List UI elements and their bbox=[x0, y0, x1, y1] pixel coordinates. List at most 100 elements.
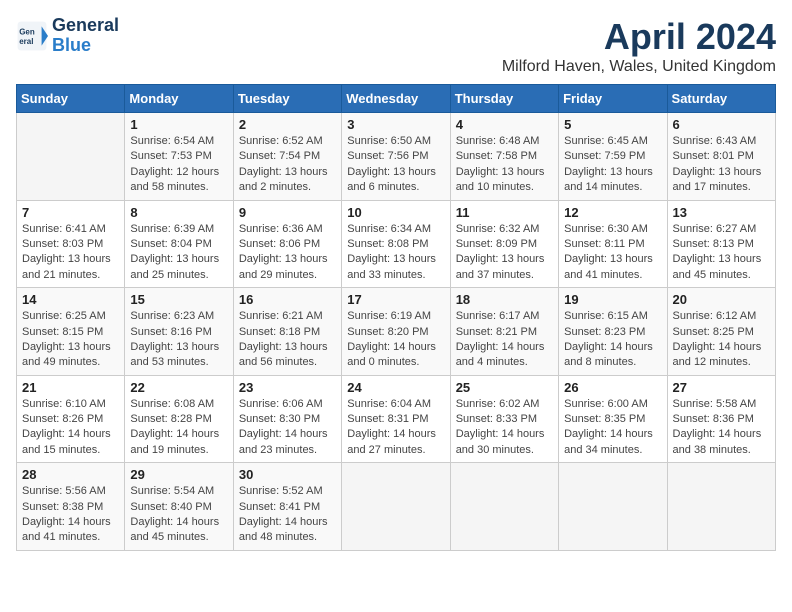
day-number: 18 bbox=[456, 292, 553, 307]
day-number: 17 bbox=[347, 292, 444, 307]
day-number: 15 bbox=[130, 292, 227, 307]
day-info: Sunrise: 6:50 AMSunset: 7:56 PMDaylight:… bbox=[347, 134, 444, 196]
calendar-header-row: SundayMondayTuesdayWednesdayThursdayFrid… bbox=[17, 85, 776, 113]
svg-text:eral: eral bbox=[19, 37, 33, 46]
calendar-cell bbox=[450, 463, 558, 551]
calendar-cell: 22 Sunrise: 6:08 AMSunset: 8:28 PMDayligh… bbox=[125, 375, 233, 463]
week-row-4: 21 Sunrise: 6:10 AMSunset: 8:26 PMDayligh… bbox=[17, 375, 776, 463]
logo: Gen eral General Blue bbox=[16, 16, 119, 56]
day-info: Sunrise: 6:06 AMSunset: 8:30 PMDaylight:… bbox=[239, 397, 336, 459]
day-info: Sunrise: 6:10 AMSunset: 8:26 PMDaylight:… bbox=[22, 397, 119, 459]
day-info: Sunrise: 6:15 AMSunset: 8:23 PMDaylight:… bbox=[564, 309, 661, 371]
day-info: Sunrise: 6:48 AMSunset: 7:58 PMDaylight:… bbox=[456, 134, 553, 196]
column-header-saturday: Saturday bbox=[667, 85, 775, 113]
column-header-thursday: Thursday bbox=[450, 85, 558, 113]
week-row-3: 14 Sunrise: 6:25 AMSunset: 8:15 PMDayligh… bbox=[17, 288, 776, 376]
day-info: Sunrise: 6:25 AMSunset: 8:15 PMDaylight:… bbox=[22, 309, 119, 371]
week-row-1: 1Sunrise: 6:54 AMSunset: 7:53 PMDaylight… bbox=[17, 113, 776, 201]
day-number: 2 bbox=[239, 117, 336, 132]
calendar-cell bbox=[17, 113, 125, 201]
column-header-tuesday: Tuesday bbox=[233, 85, 341, 113]
day-number: 9 bbox=[239, 205, 336, 220]
day-info: Sunrise: 6:39 AMSunset: 8:04 PMDaylight:… bbox=[130, 222, 227, 284]
day-info: Sunrise: 5:54 AMSunset: 8:40 PMDaylight:… bbox=[130, 484, 227, 546]
calendar-cell: 27 Sunrise: 5:58 AMSunset: 8:36 PMDayligh… bbox=[667, 375, 775, 463]
column-header-friday: Friday bbox=[559, 85, 667, 113]
day-number: 25 bbox=[456, 380, 553, 395]
day-info: Sunrise: 6:27 AMSunset: 8:13 PMDaylight:… bbox=[673, 222, 770, 284]
day-info: Sunrise: 6:45 AMSunset: 7:59 PMDaylight:… bbox=[564, 134, 661, 196]
day-info: Sunrise: 6:04 AMSunset: 8:31 PMDaylight:… bbox=[347, 397, 444, 459]
day-number: 5 bbox=[564, 117, 661, 132]
day-number: 4 bbox=[456, 117, 553, 132]
day-number: 27 bbox=[673, 380, 770, 395]
day-number: 11 bbox=[456, 205, 553, 220]
calendar-subtitle: Milford Haven, Wales, United Kingdom bbox=[502, 58, 776, 76]
calendar-cell: 9 Sunrise: 6:36 AMSunset: 8:06 PMDaylight… bbox=[233, 200, 341, 288]
column-header-monday: Monday bbox=[125, 85, 233, 113]
day-info: Sunrise: 6:43 AMSunset: 8:01 PMDaylight:… bbox=[673, 134, 770, 196]
calendar-cell: 29 Sunrise: 5:54 AMSunset: 8:40 PMDayligh… bbox=[125, 463, 233, 551]
day-info: Sunrise: 6:21 AMSunset: 8:18 PMDaylight:… bbox=[239, 309, 336, 371]
day-info: Sunrise: 6:02 AMSunset: 8:33 PMDaylight:… bbox=[456, 397, 553, 459]
day-info: Sunrise: 6:36 AMSunset: 8:06 PMDaylight:… bbox=[239, 222, 336, 284]
calendar-cell: 26 Sunrise: 6:00 AMSunset: 8:35 PMDayligh… bbox=[559, 375, 667, 463]
day-number: 14 bbox=[22, 292, 119, 307]
calendar-cell: 17 Sunrise: 6:19 AMSunset: 8:20 PMDayligh… bbox=[342, 288, 450, 376]
day-number: 10 bbox=[347, 205, 444, 220]
calendar-cell: 19 Sunrise: 6:15 AMSunset: 8:23 PMDayligh… bbox=[559, 288, 667, 376]
day-number: 1 bbox=[130, 117, 227, 132]
calendar-cell: 8 Sunrise: 6:39 AMSunset: 8:04 PMDaylight… bbox=[125, 200, 233, 288]
day-info: Sunrise: 6:19 AMSunset: 8:20 PMDaylight:… bbox=[347, 309, 444, 371]
calendar-cell bbox=[667, 463, 775, 551]
page-header: Gen eral General Blue April 2024 Milford… bbox=[16, 16, 776, 76]
calendar-cell: 14 Sunrise: 6:25 AMSunset: 8:15 PMDayligh… bbox=[17, 288, 125, 376]
day-info: Sunrise: 6:32 AMSunset: 8:09 PMDaylight:… bbox=[456, 222, 553, 284]
day-number: 8 bbox=[130, 205, 227, 220]
column-header-sunday: Sunday bbox=[17, 85, 125, 113]
calendar-cell: 7Sunrise: 6:41 AMSunset: 8:03 PMDaylight… bbox=[17, 200, 125, 288]
calendar-cell: 3 Sunrise: 6:50 AMSunset: 7:56 PMDaylight… bbox=[342, 113, 450, 201]
calendar-cell bbox=[559, 463, 667, 551]
calendar-cell: 13 Sunrise: 6:27 AMSunset: 8:13 PMDayligh… bbox=[667, 200, 775, 288]
day-number: 3 bbox=[347, 117, 444, 132]
calendar-title: April 2024 bbox=[502, 16, 776, 58]
calendar-cell: 12Sunrise: 6:30 AMSunset: 8:11 PMDayligh… bbox=[559, 200, 667, 288]
day-info: Sunrise: 5:58 AMSunset: 8:36 PMDaylight:… bbox=[673, 397, 770, 459]
calendar-cell: 30 Sunrise: 5:52 AMSunset: 8:41 PMDayligh… bbox=[233, 463, 341, 551]
day-number: 24 bbox=[347, 380, 444, 395]
calendar-cell bbox=[342, 463, 450, 551]
svg-text:Gen: Gen bbox=[19, 27, 35, 36]
column-header-wednesday: Wednesday bbox=[342, 85, 450, 113]
day-info: Sunrise: 6:00 AMSunset: 8:35 PMDaylight:… bbox=[564, 397, 661, 459]
day-number: 29 bbox=[130, 467, 227, 482]
calendar-cell: 20Sunrise: 6:12 AMSunset: 8:25 PMDayligh… bbox=[667, 288, 775, 376]
day-info: Sunrise: 6:17 AMSunset: 8:21 PMDaylight:… bbox=[456, 309, 553, 371]
logo-text-line1: General bbox=[52, 16, 119, 36]
day-number: 6 bbox=[673, 117, 770, 132]
calendar-cell: 23Sunrise: 6:06 AMSunset: 8:30 PMDayligh… bbox=[233, 375, 341, 463]
calendar-cell: 18 Sunrise: 6:17 AMSunset: 8:21 PMDayligh… bbox=[450, 288, 558, 376]
day-info: Sunrise: 6:08 AMSunset: 8:28 PMDaylight:… bbox=[130, 397, 227, 459]
calendar-cell: 25 Sunrise: 6:02 AMSunset: 8:33 PMDayligh… bbox=[450, 375, 558, 463]
day-number: 19 bbox=[564, 292, 661, 307]
day-number: 21 bbox=[22, 380, 119, 395]
day-number: 7 bbox=[22, 205, 119, 220]
day-number: 26 bbox=[564, 380, 661, 395]
calendar-table: SundayMondayTuesdayWednesdayThursdayFrid… bbox=[16, 84, 776, 551]
logo-icon: Gen eral bbox=[16, 20, 48, 52]
day-number: 30 bbox=[239, 467, 336, 482]
calendar-cell: 10Sunrise: 6:34 AMSunset: 8:08 PMDayligh… bbox=[342, 200, 450, 288]
calendar-cell: 1Sunrise: 6:54 AMSunset: 7:53 PMDaylight… bbox=[125, 113, 233, 201]
calendar-cell: 4 Sunrise: 6:48 AMSunset: 7:58 PMDaylight… bbox=[450, 113, 558, 201]
calendar-cell: 28Sunrise: 5:56 AMSunset: 8:38 PMDayligh… bbox=[17, 463, 125, 551]
day-number: 12 bbox=[564, 205, 661, 220]
title-block: April 2024 Milford Haven, Wales, United … bbox=[502, 16, 776, 76]
day-number: 13 bbox=[673, 205, 770, 220]
day-number: 28 bbox=[22, 467, 119, 482]
day-number: 22 bbox=[130, 380, 227, 395]
calendar-cell: 24 Sunrise: 6:04 AMSunset: 8:31 PMDayligh… bbox=[342, 375, 450, 463]
calendar-cell: 21 Sunrise: 6:10 AMSunset: 8:26 PMDayligh… bbox=[17, 375, 125, 463]
day-info: Sunrise: 6:12 AMSunset: 8:25 PMDaylight:… bbox=[673, 309, 770, 371]
day-info: Sunrise: 5:52 AMSunset: 8:41 PMDaylight:… bbox=[239, 484, 336, 546]
